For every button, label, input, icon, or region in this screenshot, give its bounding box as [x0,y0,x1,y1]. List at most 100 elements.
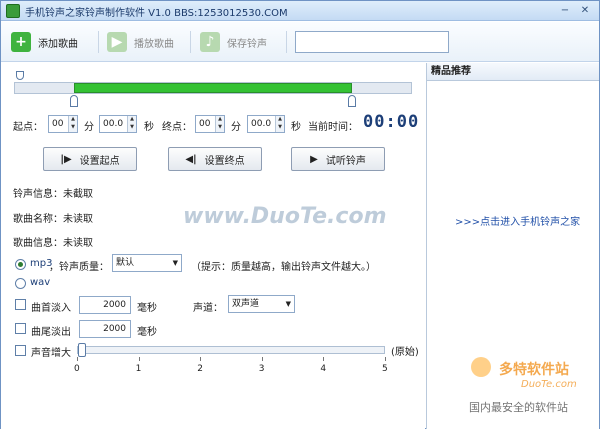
save-ringtone-label: 保存铃声 [227,38,267,50]
ringtone-home-link[interactable]: >>>点击进入手机铃声之家 [455,213,580,228]
original-label: (原始) [391,347,419,358]
selection-range [74,83,352,93]
volume-boost-label: 声音增大 [31,348,71,359]
second-unit: 秒 [291,122,301,133]
channel-label: 声道： [193,303,223,314]
add-song-label: 添加歌曲 [38,38,78,50]
main-panel: 起点： 00 ▲ ▼ 分 00.0 ▲ ▼ 秒 终点： 00 ▲ ▼ 分 00.0 ▲… [1,63,425,429]
tick-mark [261,357,263,361]
music-note-icon: ♪ [200,32,220,52]
mp3-radio[interactable] [15,259,26,270]
fade-in-label: 曲首淡入 [31,303,71,314]
toolbar-divider [190,31,191,53]
play-song-button[interactable]: ▶ 播放歌曲 [107,29,174,55]
tick-label: 0 [74,364,80,374]
quality-label: ，铃声质量： [49,262,109,273]
toolbar-divider [98,31,99,53]
ms-unit: 毫秒 [137,303,157,314]
end-point-label: 终点： [162,122,192,133]
spinner-arrows[interactable]: ▲ ▼ [127,116,136,132]
play-icon: ▶ [107,32,127,52]
wav-radio[interactable] [15,278,26,289]
add-song-button[interactable]: + 添加歌曲 [11,29,78,55]
spinner-arrows[interactable]: ▲ ▼ [68,116,77,132]
tick-mark [385,357,386,361]
title-bar: 手机铃声之家铃声制作软件 V1.0 BBS:1253012530.COM − ✕ [1,1,599,21]
song-info: 歌曲信息：未读取 [13,238,93,249]
preview-ringtone-button[interactable]: ▶ 试听铃声 [291,147,385,171]
song-name: 歌曲名称：未读取 [13,214,93,225]
timeline[interactable] [14,71,412,107]
quality-tip: （提示：质量越高，输出铃声文件越大。） [191,262,376,273]
fade-in-input[interactable]: 2000 [79,296,131,314]
watermark: www.DuoTe.com [183,204,387,229]
set-start-button[interactable]: |▶ 设置起点 [43,147,137,171]
start-marker[interactable] [70,95,79,107]
set-end-label: 设置终点 [204,155,245,167]
logo-icon [471,357,491,377]
fade-in-checkbox[interactable] [15,299,26,310]
minute-unit: 分 [231,122,241,133]
tick-mark [138,357,140,361]
volume-boost-checkbox[interactable] [15,345,26,356]
set-start-icon: |▶ [60,153,72,165]
fade-out-label: 曲尾淡出 [31,327,71,338]
set-end-button[interactable]: ◀| 设置终点 [168,147,262,171]
toolbar-input[interactable] [295,31,449,53]
volume-slider[interactable] [77,343,385,357]
app-window: 手机铃声之家铃声制作软件 V1.0 BBS:1253012530.COM − ✕… [0,0,600,429]
toolbar: + 添加歌曲 ▶ 播放歌曲 ♪ 保存铃声 [1,22,599,62]
app-icon [6,4,20,18]
tick-label: 5 [382,364,388,374]
set-end-icon: ◀| [185,153,197,165]
set-start-label: 设置起点 [79,155,120,167]
start-point-label: 起点： [13,122,43,133]
logo-url: DuoTe.com [521,379,577,390]
tick-label: 1 [135,364,142,374]
spinner-arrows[interactable]: ▲ ▼ [215,116,224,132]
chevron-down-icon: ▼ [285,300,291,308]
tick-mark [77,357,78,361]
tick-mark [200,357,202,361]
toolbar-divider [286,31,287,53]
tick-mark [323,357,325,361]
play-song-label: 播放歌曲 [134,38,174,50]
end-minute-spinner[interactable]: 00 ▲ ▼ [195,115,225,133]
current-time-label: 当前时间： [308,122,358,133]
watermark-logo: 多特软件站 DuoTe.com 国内最安全的软件站 [469,357,597,417]
fade-out-checkbox[interactable] [15,323,26,334]
minimize-button[interactable]: − [557,3,573,18]
tick-label: 4 [320,364,327,374]
ms-unit: 毫秒 [137,327,157,338]
current-time-display: 00:00 [363,112,420,132]
save-ringtone-button[interactable]: ♪ 保存铃声 [200,29,267,55]
position-slider-thumb[interactable] [16,71,24,80]
start-minute-value: 00 [52,119,64,129]
plus-icon: + [11,32,31,52]
end-second-value: 00.0 [251,119,272,129]
volume-slider-thumb[interactable] [78,343,86,357]
logo-title: 多特软件站 [499,362,569,378]
tick-label: 3 [258,364,265,374]
channel-value: 双声道 [232,299,260,309]
tick-label: 2 [197,364,203,374]
fade-out-input[interactable]: 2000 [79,320,131,338]
quality-value: 默认 [116,258,135,268]
preview-icon: ▶ [310,153,318,165]
start-second-spinner[interactable]: 00.0 ▲ ▼ [99,115,137,133]
preview-ringtone-label: 试听铃声 [325,155,366,167]
end-marker[interactable] [347,95,356,107]
spinner-arrows[interactable]: ▲ ▼ [275,116,284,132]
end-minute-value: 00 [199,119,211,129]
end-second-spinner[interactable]: 00.0 ▲ ▼ [247,115,285,133]
timeline-track [14,82,412,94]
channel-select[interactable]: 双声道 ▼ [228,295,295,313]
chevron-down-icon: ▼ [172,259,178,267]
start-second-value: 00.0 [103,119,124,129]
minute-unit: 分 [84,122,94,133]
start-minute-spinner[interactable]: 00 ▲ ▼ [48,115,78,133]
quality-select[interactable]: 默认 ▼ [112,254,182,272]
close-button[interactable]: ✕ [577,3,593,18]
logo-subtitle: 国内最安全的软件站 [469,401,568,414]
second-unit: 秒 [144,122,154,133]
